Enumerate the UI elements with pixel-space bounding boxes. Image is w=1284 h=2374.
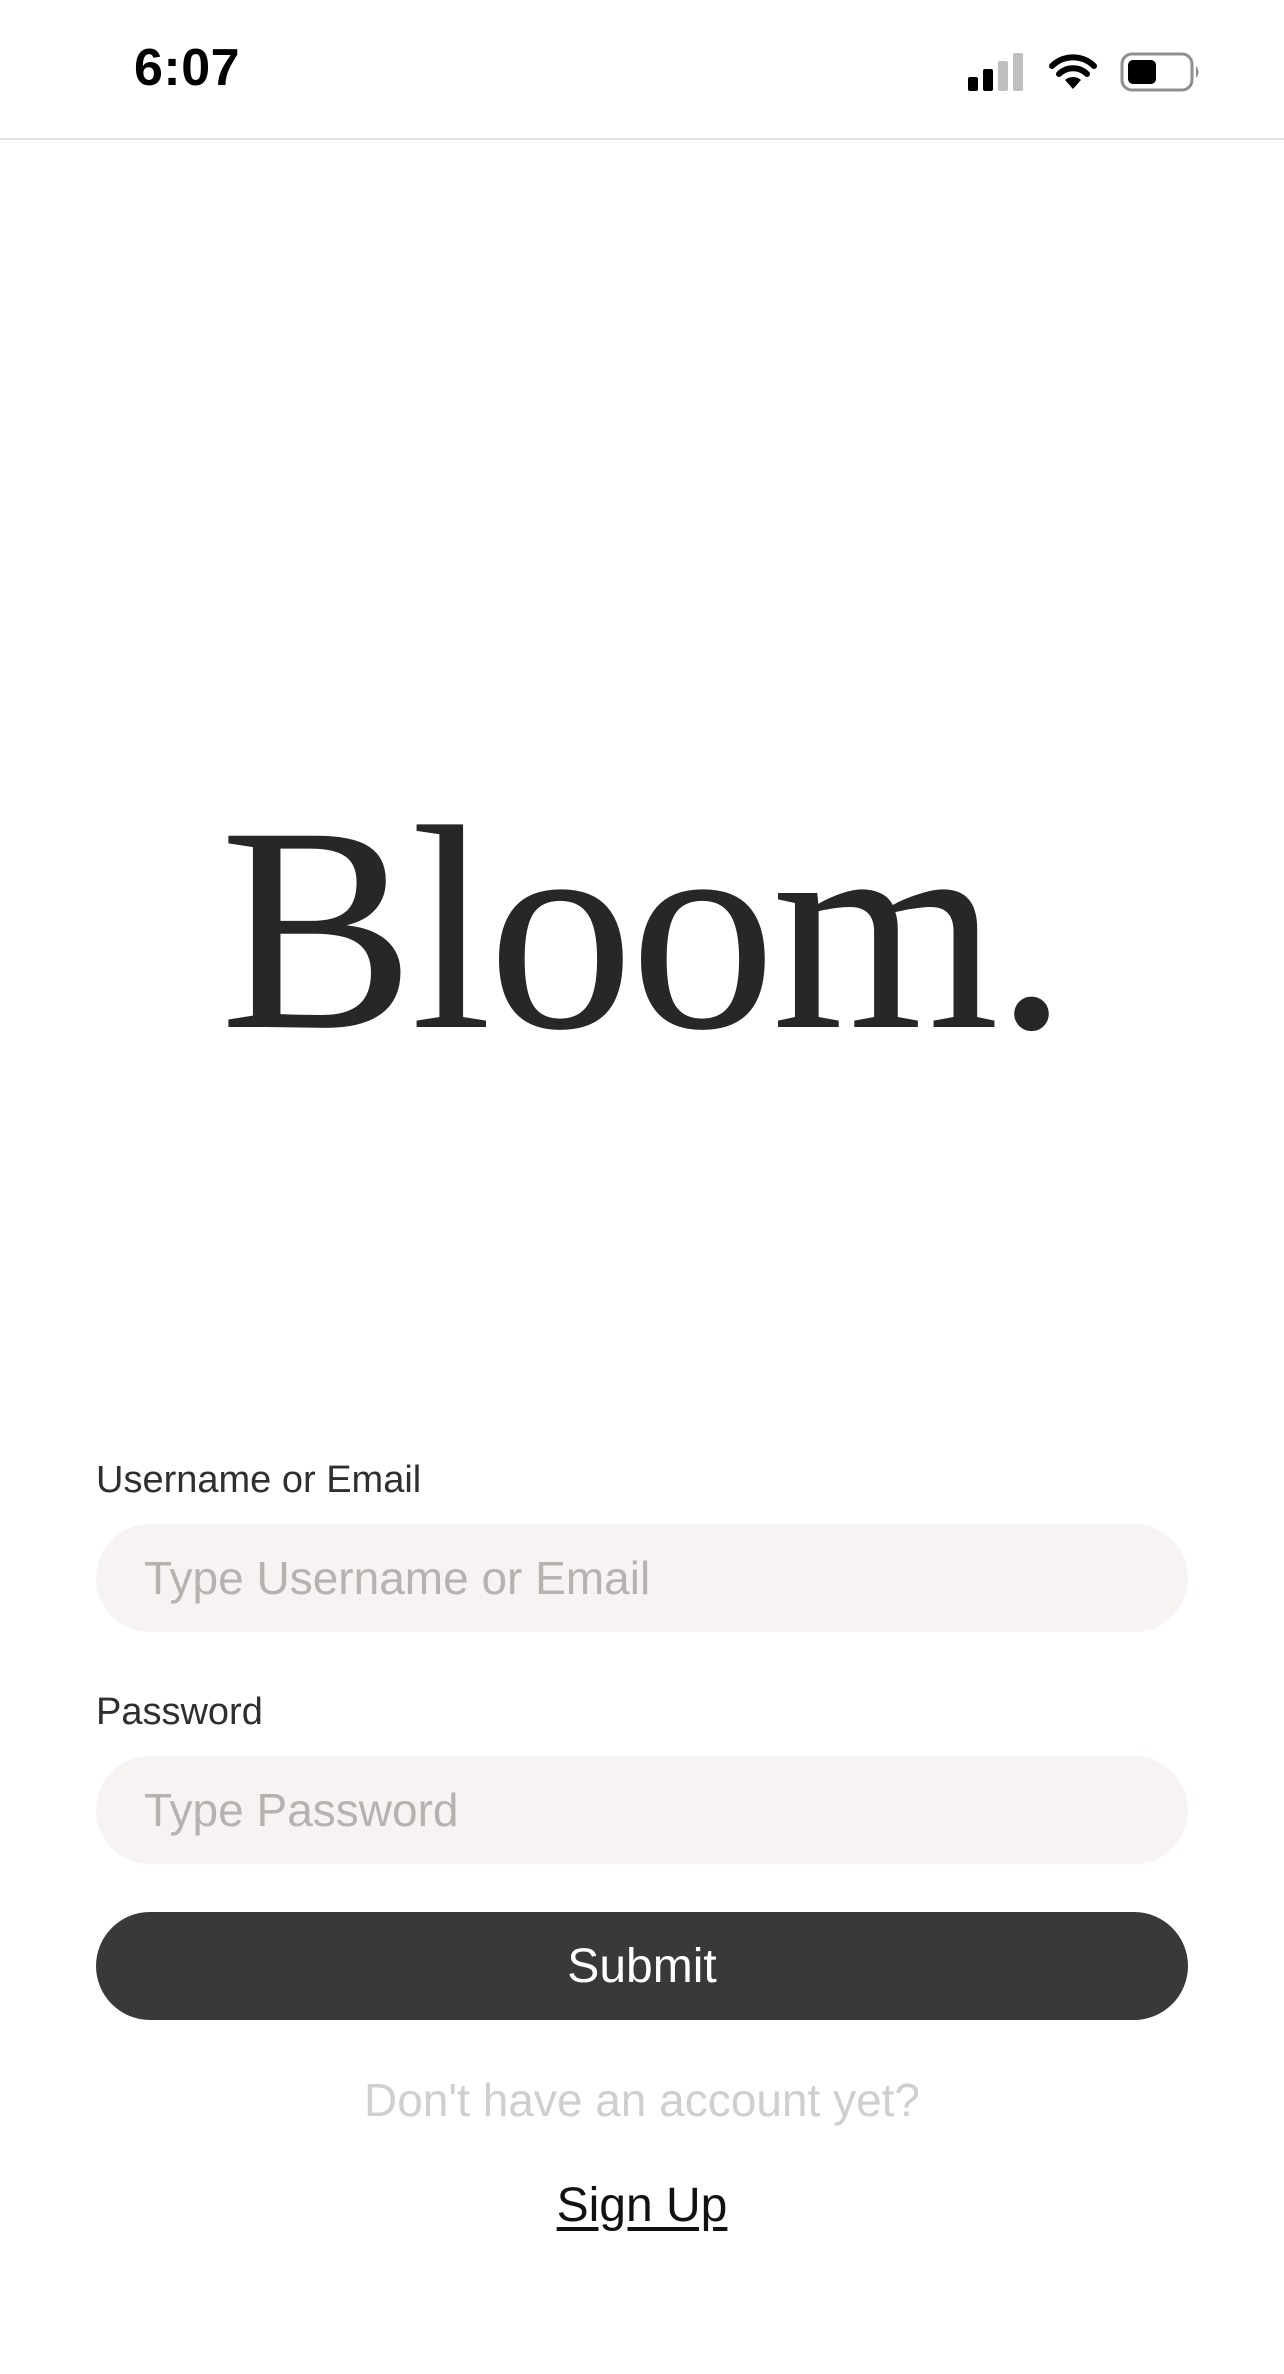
password-input[interactable] — [96, 1756, 1188, 1864]
cellular-signal-icon — [968, 53, 1023, 91]
bloom-logo: Bloom. — [219, 768, 1068, 1091]
status-bar: 6:07 — [0, 0, 1284, 140]
status-icons — [968, 50, 1202, 94]
status-time: 6:07 — [134, 39, 241, 97]
login-form: Username or Email Password Submit Don't … — [96, 1450, 1188, 2238]
password-label: Password — [96, 1691, 263, 1733]
wifi-icon — [1049, 54, 1097, 89]
battery-icon — [1120, 52, 1199, 92]
submit-button[interactable]: Submit — [96, 1912, 1188, 2020]
username-label: Username or Email — [96, 1459, 422, 1501]
signup-link[interactable]: Sign Up — [512, 2174, 772, 2238]
signup-prompt: Don't have an account yet? — [363, 2074, 921, 2126]
username-input[interactable] — [96, 1524, 1188, 1632]
